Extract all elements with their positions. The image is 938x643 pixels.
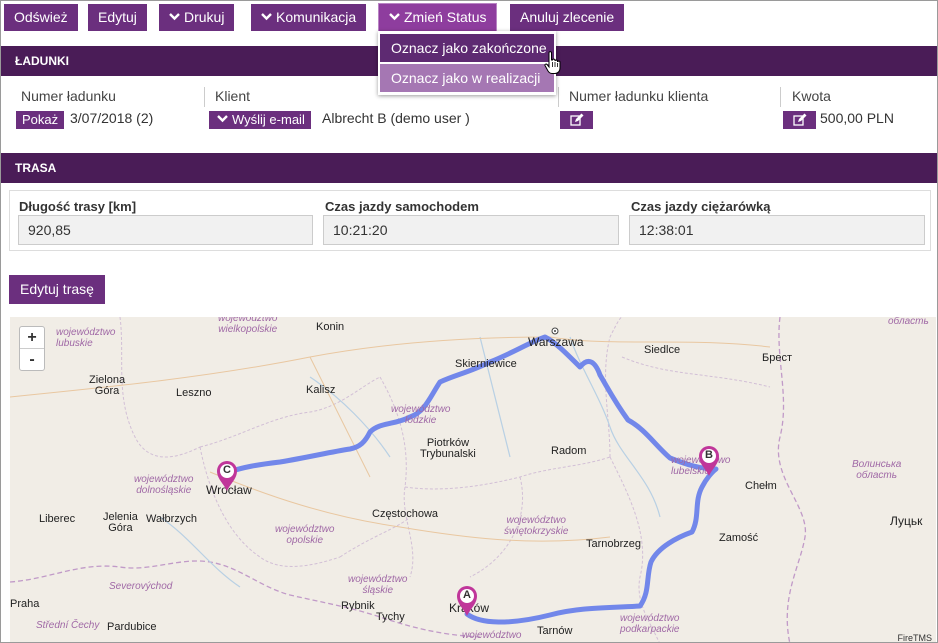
city-label: Pardubice <box>107 621 157 633</box>
zoom-out-button[interactable]: - <box>20 348 44 370</box>
communication-button[interactable]: Komunikacja <box>251 4 367 31</box>
send-email-button[interactable]: Wyślij e-mail <box>209 111 311 129</box>
amount-value: 500,00 PLN <box>820 110 894 126</box>
city-label: Konin <box>316 321 345 333</box>
chevron-down-icon <box>261 12 272 21</box>
region-label: województwo dolnośląskie <box>134 474 194 496</box>
city-label: Луцьк <box>890 514 923 528</box>
edit-amount-button[interactable] <box>783 111 816 129</box>
mark-in-progress-item[interactable]: Oznacz jako w realizacji <box>380 64 554 92</box>
region-label: województwo świętokrzyskie <box>504 515 569 537</box>
chevron-down-icon <box>217 114 228 123</box>
route-length-field: 920,85 <box>18 215 313 245</box>
region-label: область <box>888 317 929 327</box>
city-label: Radom <box>551 445 587 457</box>
chevron-down-icon <box>389 12 400 21</box>
print-button[interactable]: Drukuj <box>159 4 235 31</box>
city-label: Liberec <box>39 513 76 525</box>
car-time-label: Czas jazdy samochodem <box>325 199 479 214</box>
city-label: Wałbrzych <box>146 513 197 525</box>
edit-client-load-number-button[interactable] <box>560 111 593 129</box>
city-label: Częstochowa <box>372 508 439 520</box>
hand-cursor-icon <box>544 51 562 78</box>
region-label: Волинська область <box>852 459 902 481</box>
region-label: województwo śląskie <box>348 574 408 596</box>
city-label: Praha <box>10 598 40 610</box>
region-label: województwo lubuskie <box>56 327 116 349</box>
city-label: Tarnobrzeg <box>586 538 642 550</box>
region-label: Severovýchod <box>109 581 173 592</box>
client-label: Klient <box>215 88 251 104</box>
change-status-button-label: Zmień Status <box>404 9 487 25</box>
edit-route-button[interactable]: Edytuj trasę <box>9 275 105 304</box>
city-label: Брест <box>762 352 792 364</box>
city-label: Tychy <box>376 611 405 623</box>
field-divider <box>780 87 781 107</box>
region-label: Střední Čechy <box>36 620 100 631</box>
field-divider <box>204 87 205 107</box>
truck-time-field: 12:38:01 <box>629 215 925 245</box>
city-label: Jelenia Góra <box>103 511 138 534</box>
region-label: województwo opolskie <box>275 524 335 546</box>
show-load-button[interactable]: Pokaż <box>16 111 65 129</box>
refresh-button[interactable]: Odśwież <box>4 4 78 31</box>
truck-time-label: Czas jazdy ciężarówką <box>631 199 771 214</box>
route-section-header: TRASA <box>1 153 937 183</box>
edit-icon <box>793 113 807 126</box>
route-marker-c[interactable]: C <box>215 460 239 492</box>
status-dropdown-menu: Oznacz jako zakończone Oznacz jako w rea… <box>378 31 556 95</box>
route-marker-b[interactable]: B <box>697 445 721 477</box>
city-label: Siedlce <box>644 344 681 356</box>
communication-button-label: Komunikacja <box>276 9 357 25</box>
city-label: Skierniewice <box>455 358 517 370</box>
chevron-down-icon <box>169 12 180 21</box>
city-label: Kalisz <box>306 384 336 396</box>
route-marker-a[interactable]: A <box>455 585 479 617</box>
amount-label: Kwota <box>792 88 831 104</box>
city-label: Piotrków Trybunalski <box>420 437 476 460</box>
route-length-label: Długość trasy [km] <box>19 199 137 214</box>
city-label: Zielona Góra <box>89 374 126 397</box>
city-label: Zamość <box>719 532 759 544</box>
city-label: Chełm <box>745 480 777 492</box>
mark-completed-item[interactable]: Oznacz jako zakończone <box>380 34 554 62</box>
load-number-value: 3/07/2018 (2) <box>70 110 154 126</box>
load-number-label: Numer ładunku <box>21 88 116 104</box>
region-label: województwo podkarpackie <box>620 613 680 635</box>
app-frame: Odśwież Edytuj Drukuj Komunikacja Zmień … <box>0 0 938 643</box>
city-label: Rybnik <box>341 600 375 612</box>
client-load-number-label: Numer ładunku klienta <box>569 88 709 104</box>
map-attribution: FireTMS <box>897 633 933 643</box>
cancel-order-button[interactable]: Anuluj zlecenie <box>510 4 625 31</box>
change-status-button[interactable]: Zmień Status <box>377 3 498 32</box>
route-map[interactable]: + - województwo lubuskie województwo wie… <box>10 317 936 643</box>
map-zoom-control: + - <box>19 326 45 371</box>
region-label: województwo łódzkie <box>391 404 451 426</box>
region-label: województwo <box>462 630 522 641</box>
city-label: Tarnów <box>537 625 573 637</box>
car-time-field: 10:21:20 <box>323 215 619 245</box>
edit-button[interactable]: Edytuj <box>88 4 147 31</box>
print-button-label: Drukuj <box>184 9 225 25</box>
city-label: Leszno <box>176 387 212 399</box>
zoom-in-button[interactable]: + <box>20 327 44 348</box>
send-email-label: Wyślij e-mail <box>232 112 305 127</box>
city-label: Warszawa <box>528 335 584 349</box>
field-divider <box>558 87 559 107</box>
region-label: województwo wielkopolskie <box>218 317 278 335</box>
edit-icon <box>570 113 584 126</box>
client-value: Albrecht B (demo user ) <box>322 110 470 126</box>
